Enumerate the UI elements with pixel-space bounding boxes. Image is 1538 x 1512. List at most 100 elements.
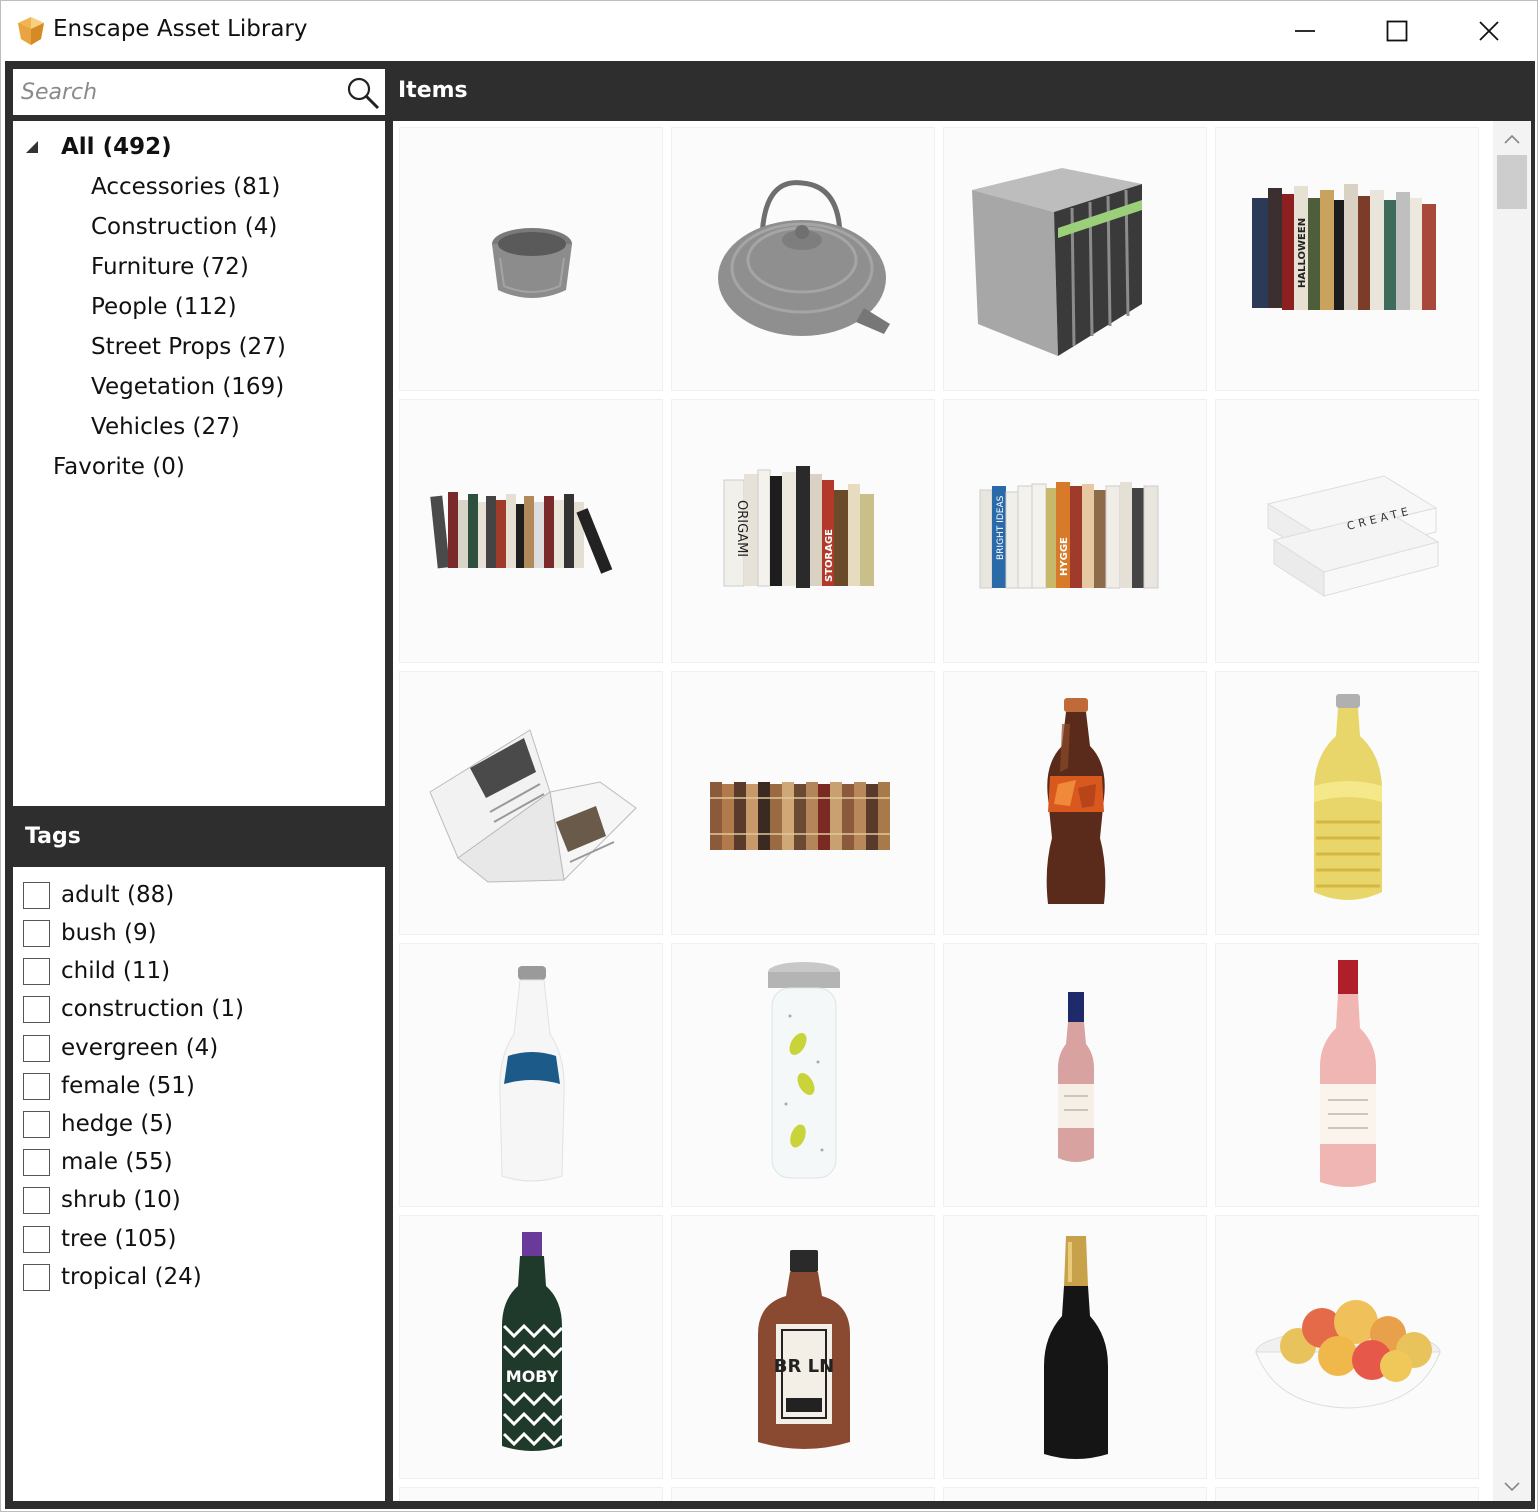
maximize-icon	[1386, 20, 1408, 42]
zigzag-bottle-icon: MOBY	[502, 1232, 564, 1451]
books-spine-text: STORAGE	[824, 529, 835, 582]
tree-item-vegetation[interactable]: Vegetation (169)	[91, 371, 284, 403]
tag-tree[interactable]: tree (105)	[23, 1223, 176, 1255]
tree-item-furniture[interactable]: Furniture (72)	[91, 251, 249, 283]
tag-tropical[interactable]: tropical (24)	[23, 1261, 202, 1293]
asset-tile-yellow-bottle[interactable]	[1215, 671, 1479, 935]
tag-label: evergreen (4)	[61, 1035, 219, 1061]
asset-tile-partial[interactable]	[1215, 1487, 1479, 1501]
tree-item-vehicles[interactable]: Vehicles (27)	[91, 411, 240, 443]
tag-checkbox[interactable]	[23, 1225, 50, 1253]
scroll-thumb[interactable]	[1497, 155, 1527, 209]
asset-tile-books-2[interactable]	[399, 399, 663, 663]
books-spine-text: HYGGE	[1059, 537, 1070, 576]
tag-bush[interactable]: bush (9)	[23, 917, 157, 949]
tag-construction[interactable]: construction (1)	[23, 993, 244, 1025]
asset-tile-wine-bottle-2[interactable]	[1215, 943, 1479, 1207]
tree-item-street-props[interactable]: Street Props (27)	[91, 331, 286, 363]
asset-tile-binders[interactable]	[943, 127, 1207, 391]
tag-label: male (55)	[61, 1149, 173, 1175]
books-spine-text: BRIGHT IDEAS	[996, 495, 1006, 560]
tag-male[interactable]: male (55)	[23, 1146, 173, 1178]
asset-tile-magazine[interactable]	[399, 671, 663, 935]
tag-checkbox[interactable]	[23, 1148, 50, 1176]
tag-hedge[interactable]: hedge (5)	[23, 1108, 173, 1140]
white-bottle-icon	[499, 966, 565, 1182]
tag-female[interactable]: female (51)	[23, 1070, 195, 1102]
tree-item-favorite[interactable]: Favorite (0)	[53, 451, 185, 483]
tag-checkbox[interactable]	[23, 1110, 50, 1138]
tag-shrub[interactable]: shrub (10)	[23, 1184, 181, 1216]
asset-tile-white-bottle[interactable]	[399, 943, 663, 1207]
asset-tile-books-1[interactable]: HALLOWEEN	[1215, 127, 1479, 391]
tag-adult[interactable]: adult (88)	[23, 879, 174, 911]
open-magazine-icon	[429, 729, 637, 883]
vertical-scrollbar[interactable]	[1493, 121, 1531, 1501]
asset-tile-teapot[interactable]	[671, 127, 935, 391]
tag-child[interactable]: child (11)	[23, 955, 170, 987]
search-box	[13, 69, 385, 115]
books-spine-text: ORIGAMI	[734, 500, 749, 557]
tag-checkbox[interactable]	[23, 1072, 50, 1100]
asset-tile-partial[interactable]	[671, 1487, 935, 1501]
tags-header: Tags	[13, 811, 385, 863]
scroll-down-arrow-icon[interactable]	[1493, 1473, 1531, 1501]
rose-wine-bottle-icon	[1058, 992, 1094, 1162]
books-row-icon: BRIGHT IDEAS HYGGE	[979, 482, 1159, 589]
tree-root-all[interactable]: All (492)	[25, 131, 172, 163]
tag-label: shrub (10)	[61, 1187, 181, 1213]
minimize-icon	[1295, 30, 1315, 32]
asset-tile-cola-bottle[interactable]	[943, 671, 1207, 935]
metal-cup-icon	[492, 228, 572, 298]
asset-tile-lemon-water[interactable]	[671, 943, 935, 1207]
asset-tile-moby-bottle[interactable]: MOBY	[399, 1215, 663, 1479]
maximize-button[interactable]	[1351, 1, 1443, 61]
books-row-icon	[710, 782, 890, 850]
cola-bottle-icon	[1046, 698, 1106, 904]
tag-checkbox[interactable]	[23, 1263, 50, 1291]
asset-tile-book-stack[interactable]: CREATE	[1215, 399, 1479, 663]
tree-item-accessories[interactable]: Accessories (81)	[91, 171, 280, 203]
tree-item-people[interactable]: People (112)	[91, 291, 237, 323]
fruit-bowl-icon	[1255, 1300, 1441, 1409]
expand-triangle-icon[interactable]	[25, 131, 53, 163]
asset-tile-metal-cup[interactable]	[399, 127, 663, 391]
items-title: Items	[398, 78, 468, 103]
tag-checkbox[interactable]	[23, 881, 50, 909]
client-area: All (492) Accessories (81) Construction …	[5, 61, 1535, 1509]
tree-item-construction[interactable]: Construction (4)	[91, 211, 277, 243]
search-input[interactable]	[13, 69, 343, 115]
tag-evergreen[interactable]: evergreen (4)	[23, 1032, 218, 1064]
champagne-bottle-icon	[1044, 1236, 1108, 1459]
items-grid: HALLOWEEN ORIGAMI STORAGE BRIGHT IDEAS H…	[393, 121, 1531, 1501]
asset-tile-partial[interactable]	[399, 1487, 663, 1501]
asset-tile-partial[interactable]	[943, 1487, 1207, 1501]
books-row-icon: HALLOWEEN	[1252, 184, 1436, 310]
books-row-icon: ORIGAMI STORAGE	[723, 466, 874, 588]
title-bar: Enscape Asset Library	[1, 1, 1537, 61]
search-icon[interactable]	[345, 75, 381, 111]
tag-checkbox[interactable]	[23, 919, 50, 947]
asset-tile-fruit-bowl[interactable]	[1215, 1215, 1479, 1479]
close-icon	[1479, 21, 1499, 41]
asset-tile-books-3[interactable]: ORIGAMI STORAGE	[671, 399, 935, 663]
asset-tile-champagne[interactable]	[943, 1215, 1207, 1479]
asset-library-window: Enscape Asset Library All (4	[0, 0, 1538, 1512]
asset-tile-books-4[interactable]: BRIGHT IDEAS HYGGE	[943, 399, 1207, 663]
books-spine-text: HALLOWEEN	[1297, 218, 1308, 288]
close-button[interactable]	[1443, 1, 1535, 61]
tree-root-label: All (492)	[61, 134, 172, 160]
tag-checkbox[interactable]	[23, 995, 50, 1023]
minimize-button[interactable]	[1259, 1, 1351, 61]
tag-label: bush (9)	[61, 920, 157, 946]
asset-tile-wine-bottle-1[interactable]	[943, 943, 1207, 1207]
scroll-up-arrow-icon[interactable]	[1493, 125, 1531, 153]
tag-checkbox[interactable]	[23, 957, 50, 985]
tag-checkbox[interactable]	[23, 1186, 50, 1214]
brown-liquor-bottle-icon: BR LN	[758, 1250, 850, 1449]
tag-checkbox[interactable]	[23, 1034, 50, 1062]
books-row-icon	[430, 492, 613, 574]
asset-tile-leather-books[interactable]	[671, 671, 935, 935]
cast-iron-teapot-icon	[718, 180, 890, 336]
asset-tile-brln-bottle[interactable]: BR LN	[671, 1215, 935, 1479]
